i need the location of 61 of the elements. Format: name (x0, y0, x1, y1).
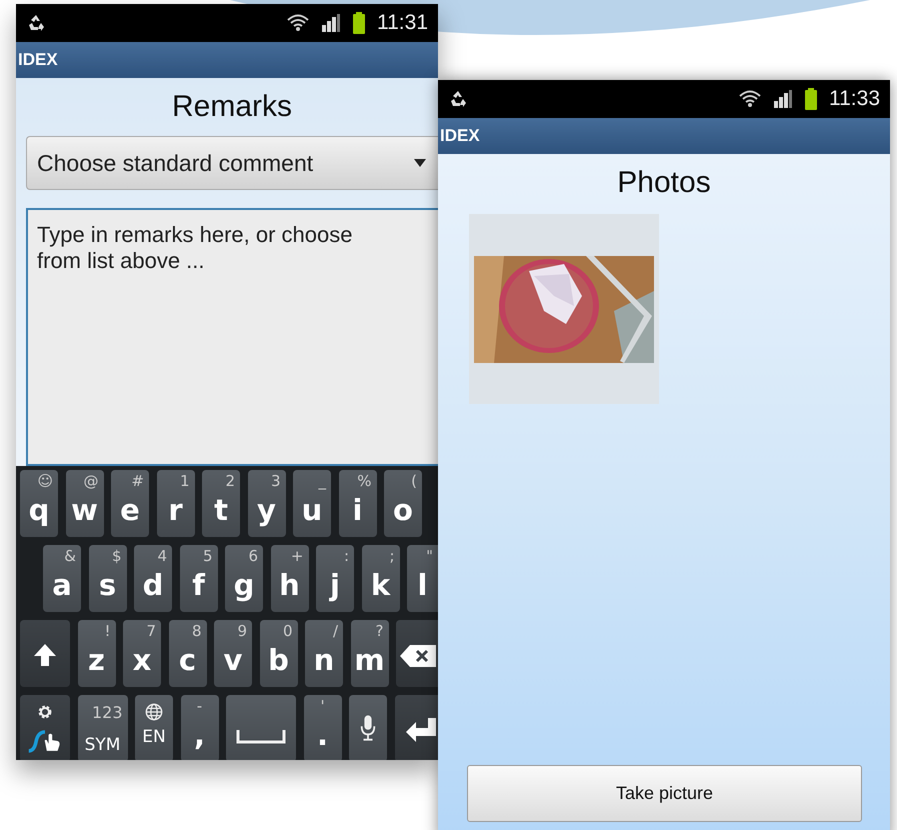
keyboard-key[interactable]: % i (338, 470, 376, 537)
keyboard-key[interactable] (20, 695, 70, 760)
keyboard-key[interactable] (226, 695, 296, 760)
caret-icon (414, 159, 426, 167)
screen-heading: Photos (616, 165, 712, 201)
keyboard-key[interactable]: $ s (88, 545, 126, 612)
keyboard-key[interactable]: # e (111, 470, 149, 537)
keyboard-key[interactable]: & a (43, 545, 81, 612)
keyboard-key[interactable]: 2 t (202, 470, 240, 537)
keyboard-key[interactable]: 6 g (225, 545, 263, 612)
keyboard-key[interactable] (20, 620, 70, 687)
screen-heading: Remarks (170, 89, 293, 125)
keyboard-key[interactable]: 4 d (134, 545, 172, 612)
keyboard-key[interactable]: - , (180, 695, 218, 760)
keyboard-key[interactable]: 123 SYM (78, 695, 128, 760)
keyboard-key[interactable] (394, 695, 438, 760)
keyboard-key[interactable]: / n (305, 620, 343, 687)
keyboard-key[interactable] (349, 695, 387, 760)
keyboard-key[interactable]: _ u (293, 470, 331, 537)
signal-icon (321, 14, 341, 32)
wifi-icon (287, 14, 309, 32)
wifi-icon (739, 90, 761, 108)
keyboard-key[interactable]: ? m (350, 620, 388, 687)
keyboard-key[interactable]: EN (135, 695, 173, 760)
take-picture-button[interactable]: Take picture (467, 765, 862, 822)
recycle-icon (448, 89, 468, 109)
enter-icon (406, 718, 436, 742)
keyboard-key[interactable]: : j (316, 545, 354, 612)
keyboard-key[interactable]: ; k (362, 545, 400, 612)
microphone-icon (359, 714, 377, 742)
keyboard-key[interactable]: @ w (66, 470, 104, 537)
comment-dropdown[interactable]: Choose standard comment (26, 136, 438, 190)
gear-icon (37, 704, 53, 720)
keyboard-key[interactable] (396, 620, 438, 687)
keyboard-key[interactable]: 9 v (214, 620, 252, 687)
battery-icon (353, 12, 365, 34)
keyboard-key[interactable]: 5 f (180, 545, 218, 612)
backspace-icon (400, 645, 436, 667)
keyboard-key[interactable]: ! z (78, 620, 116, 687)
keyboard-key[interactable]: ' . (304, 695, 342, 760)
photo-thumbnail[interactable] (469, 214, 659, 404)
space-icon (236, 730, 286, 744)
globe-icon (145, 703, 163, 721)
remarks-field[interactable]: Type in remarks here, or choose from list above ... (26, 208, 438, 466)
keyboard-key[interactable]: " l (407, 545, 438, 612)
keyboard-key[interactable]: 8 c (168, 620, 206, 687)
keyboard-key[interactable]: 7 x (123, 620, 161, 687)
app-title: IDEX (440, 126, 480, 146)
status-time: 11:31 (377, 11, 428, 35)
keyboard-key[interactable]: + h (270, 545, 308, 612)
app-title: IDEX (18, 50, 58, 70)
shift-icon (33, 643, 57, 667)
battery-icon (805, 88, 817, 110)
keyboard-key[interactable]: 0 b (260, 620, 298, 687)
keyboard-key[interactable]: 3 y (248, 470, 286, 537)
recycle-icon (26, 13, 46, 33)
keyboard-key[interactable]: ( o (384, 470, 422, 537)
keyboard-key[interactable]: 1 r (156, 470, 194, 537)
signal-icon (773, 90, 793, 108)
status-time: 11:33 (829, 87, 880, 111)
keyboard-key[interactable]: ☺ q (20, 470, 58, 537)
